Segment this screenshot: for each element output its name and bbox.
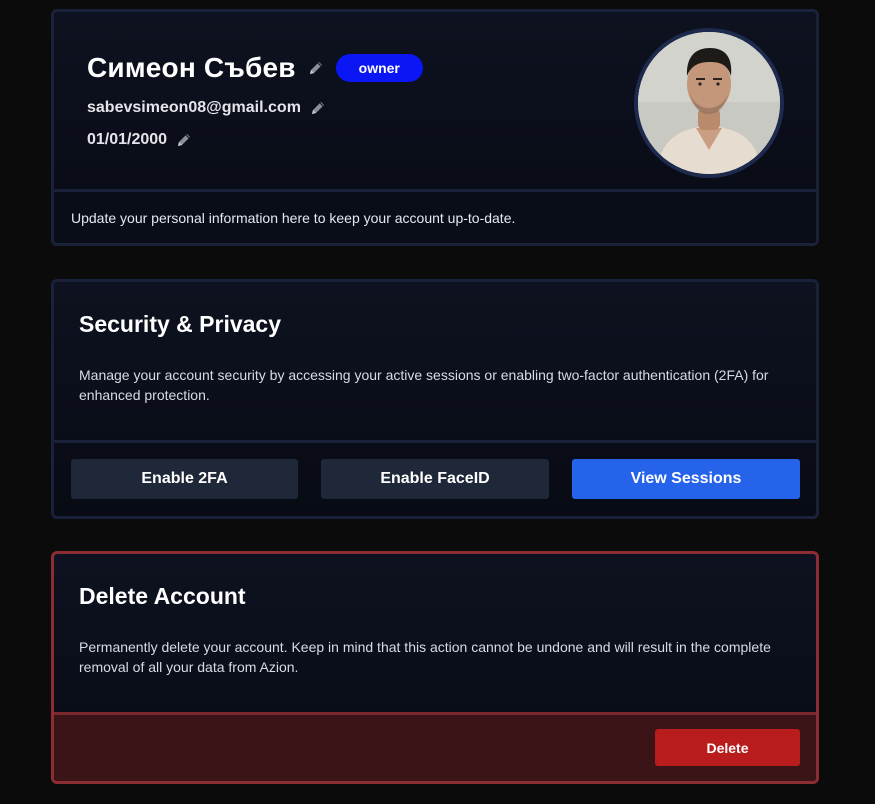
- profile-photo-icon: [638, 32, 780, 174]
- enable-2fa-button[interactable]: Enable 2FA: [71, 459, 298, 499]
- delete-account-button[interactable]: Delete: [655, 729, 800, 766]
- profile-name: Симеон Събев: [87, 52, 296, 83]
- security-divider: [54, 440, 816, 443]
- role-badge: owner: [335, 54, 423, 82]
- birth-date-row: 01/01/2000: [87, 131, 192, 149]
- profile-card: Симеон Събев owner sabevsimeon08@gmail.c…: [51, 9, 819, 246]
- delete-account-title: Delete Account: [79, 583, 246, 609]
- avatar[interactable]: [634, 28, 784, 178]
- profile-email: sabevsimeon08@gmail.com: [87, 99, 301, 116]
- profile-header: Симеон Събев owner sabevsimeon08@gmail.c…: [54, 12, 816, 189]
- enable-faceid-button[interactable]: Enable FaceID: [321, 459, 549, 499]
- security-title: Security & Privacy: [79, 311, 282, 337]
- view-sessions-button[interactable]: View Sessions: [572, 459, 800, 499]
- security-card: Security & Privacy Manage your account s…: [51, 279, 819, 519]
- delete-account-header: Delete Account Permanently delete your a…: [54, 554, 816, 712]
- email-row: sabevsimeon08@gmail.com: [87, 99, 326, 117]
- delete-account-description: Permanently delete your account. Keep in…: [79, 639, 771, 675]
- profile-birth-date: 01/01/2000: [87, 131, 168, 148]
- delete-account-card: Delete Account Permanently delete your a…: [51, 551, 819, 784]
- edit-birth-date-pencil-icon[interactable]: [176, 132, 192, 148]
- security-header: Security & Privacy Manage your account s…: [54, 282, 816, 440]
- delete-account-footer: Delete: [54, 715, 816, 781]
- profile-footer-text: Update your personal information here to…: [71, 210, 516, 226]
- profile-footer: Update your personal information here to…: [54, 192, 816, 243]
- edit-email-pencil-icon[interactable]: [310, 100, 326, 116]
- name-row: Симеон Събев owner: [87, 52, 423, 84]
- edit-name-pencil-icon[interactable]: [308, 60, 324, 76]
- security-description: Manage your account security by accessin…: [79, 367, 769, 403]
